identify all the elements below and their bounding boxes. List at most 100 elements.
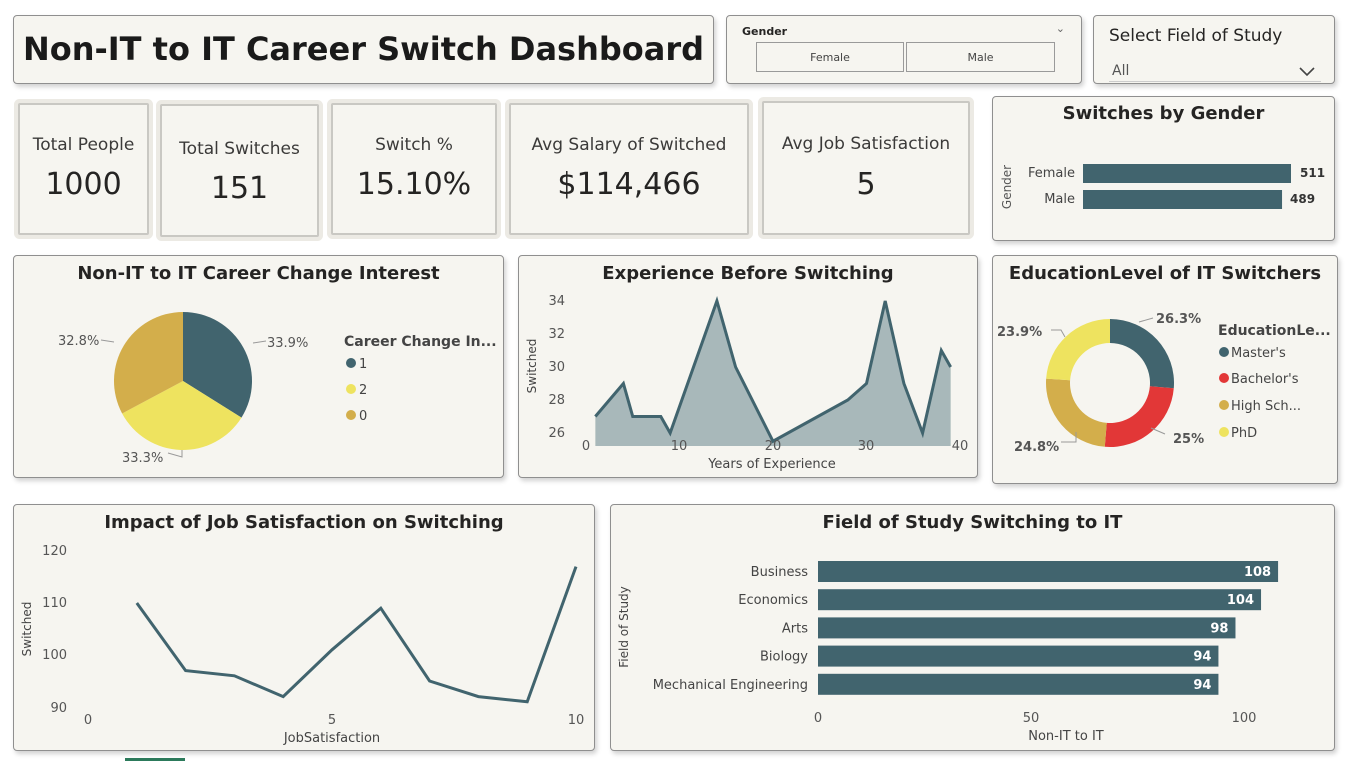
bar[interactable] <box>818 589 1262 611</box>
kpi-label: Total Switches <box>179 139 300 159</box>
kpi-label: Avg Salary of Switched <box>531 135 727 155</box>
x-tick: 50 <box>1023 711 1040 726</box>
y-tick: 110 <box>42 596 67 611</box>
slice-label: 23.9% <box>997 325 1042 340</box>
legend-marker <box>346 410 356 420</box>
data-label: 104 <box>1227 593 1254 608</box>
kpi-total-people: Total People 1000 <box>18 103 149 235</box>
pie-slice[interactable] <box>1046 319 1110 381</box>
chevron-down-icon <box>1299 62 1315 81</box>
slice-label: 26.3% <box>1156 312 1201 327</box>
data-label: 511 <box>1300 166 1325 180</box>
x-tick: 20 <box>765 439 782 454</box>
category-label: Biology <box>760 650 808 665</box>
category-label: Business <box>751 565 809 580</box>
data-label: 94 <box>1193 650 1211 665</box>
y-tick: 32 <box>548 327 565 342</box>
y-tick: 34 <box>548 294 565 309</box>
legend-item: PhD <box>1231 426 1257 441</box>
legend-title: EducationLe... <box>1218 323 1331 339</box>
y-tick: 100 <box>42 648 67 663</box>
category-label: Arts <box>782 621 808 636</box>
pie-slice[interactable] <box>1110 319 1174 389</box>
y-axis-label: Gender <box>1000 165 1014 209</box>
satisfaction-chart-card: Impact of Job Satisfaction on Switching … <box>13 504 595 751</box>
education-chart: 26.3% 25% 24.8% 23.9% EducationLe... Mas… <box>997 312 1331 455</box>
field-chart-card: Field of Study Switching to IT Field of … <box>610 504 1335 751</box>
bar[interactable] <box>818 645 1219 667</box>
x-tick: 10 <box>671 439 688 454</box>
experience-chart-card: Experience Before Switching Switched 26 … <box>518 255 978 478</box>
gender-option-female[interactable]: Female <box>756 42 904 72</box>
interest-chart-card: Non-IT to IT Career Change Interest 33.9… <box>13 255 504 478</box>
data-label: 98 <box>1210 621 1228 636</box>
kpi-label: Switch % <box>375 135 453 155</box>
kpi-label: Avg Job Satisfaction <box>781 134 951 154</box>
field-dropdown-value: All <box>1112 63 1130 79</box>
x-tick: 10 <box>568 713 585 728</box>
category-label: Female <box>1028 166 1075 181</box>
x-tick: 0 <box>84 713 92 728</box>
slice-label: 25% <box>1173 432 1204 447</box>
gender-option-male[interactable]: Male <box>906 42 1055 72</box>
x-tick: 40 <box>952 439 969 454</box>
y-tick: 120 <box>42 544 67 559</box>
legend-item: 2 <box>359 383 367 398</box>
bar[interactable] <box>818 673 1219 695</box>
x-tick: 30 <box>858 439 875 454</box>
kpi-avg-satisfaction: Avg Job Satisfaction 5 <box>762 101 970 235</box>
kpi-switch-percent: Switch % 15.10% <box>331 103 497 235</box>
x-axis-label: Years of Experience <box>707 457 836 472</box>
x-tick: 0 <box>814 711 822 726</box>
category-label: Male <box>1044 192 1075 207</box>
pie-slice[interactable] <box>1104 386 1174 447</box>
legend-marker <box>1219 347 1229 357</box>
legend-item: 0 <box>359 409 367 424</box>
y-axis-label: Switched <box>525 339 539 394</box>
legend-title: Career Change In... <box>344 334 497 350</box>
bar[interactable] <box>1083 164 1291 183</box>
y-tick: 30 <box>548 360 565 375</box>
y-tick: 28 <box>548 393 565 408</box>
slice-label: 32.8% <box>58 334 99 349</box>
x-tick: 100 <box>1232 711 1257 726</box>
legend-item: Bachelor's <box>1231 372 1299 387</box>
area-fill <box>595 301 951 446</box>
legend-item: Master's <box>1231 346 1286 361</box>
data-label: 108 <box>1244 565 1271 580</box>
slice-label: 33.9% <box>267 336 308 351</box>
y-tick: 90 <box>50 701 67 716</box>
x-axis-label: JobSatisfaction <box>283 731 380 746</box>
legend-marker <box>1219 400 1229 410</box>
category-label: Economics <box>738 593 808 608</box>
field-dropdown[interactable]: All <box>1109 56 1321 82</box>
bar[interactable] <box>818 561 1279 582</box>
field-slicer-label: Select Field of Study <box>1109 26 1283 46</box>
satisfaction-chart: Switched 90 100 110 120 0 5 10 JobSatisf… <box>20 544 585 746</box>
y-tick: 26 <box>548 426 565 441</box>
series-line[interactable] <box>135 566 578 704</box>
kpi-value: 15.10% <box>356 167 472 202</box>
kpi-value: 1000 <box>45 167 122 202</box>
field-chart: Field of Study Business 108 Economics 104 Ar… <box>617 561 1279 744</box>
title-card: Non-IT to IT Career Switch Dashboard <box>13 15 714 84</box>
slice-label: 33.3% <box>122 451 163 466</box>
chevron-down-icon[interactable]: ⌄ <box>1056 22 1065 35</box>
bar[interactable] <box>818 617 1236 639</box>
field-slicer: Select Field of Study All <box>1093 15 1335 84</box>
gender-slicer: Gender ⌄ Female Male <box>726 15 1082 84</box>
legend-item: High Sch... <box>1231 399 1301 414</box>
kpi-value: $114,466 <box>557 167 701 202</box>
category-label: Mechanical Engineering <box>653 678 808 693</box>
legend-item: 1 <box>359 357 367 372</box>
data-label: 489 <box>1290 192 1315 206</box>
x-tick: 0 <box>582 439 590 454</box>
x-axis-label: Non-IT to IT <box>1028 729 1104 744</box>
interest-chart: 33.9% 33.3% 32.8% Career Change In... 1 … <box>58 312 497 466</box>
legend-marker <box>346 358 356 368</box>
bar[interactable] <box>1083 190 1283 209</box>
slice-label: 24.8% <box>1014 440 1059 455</box>
legend-marker <box>346 384 356 394</box>
gender-slicer-label: Gender <box>742 25 788 38</box>
experience-chart: Switched 26 28 30 32 34 0 10 20 30 40 Ye… <box>525 294 969 472</box>
